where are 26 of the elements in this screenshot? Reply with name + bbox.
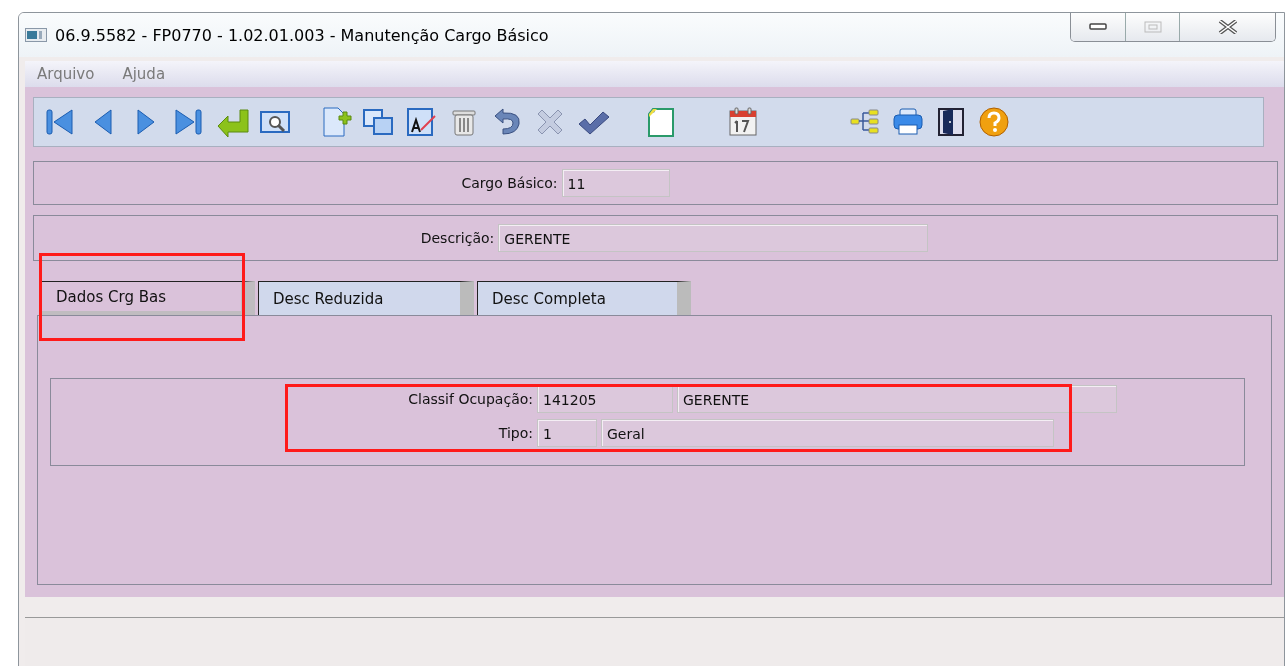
close-icon	[1217, 20, 1238, 34]
close-button[interactable]	[1179, 13, 1275, 41]
input-field[interactable]: 141205	[537, 385, 673, 413]
menu-item[interactable]: Arquivo	[37, 65, 95, 83]
tab[interactable]: Desc Reduzida	[258, 281, 474, 315]
help-icon[interactable]	[978, 106, 1012, 138]
maximize-icon	[1143, 21, 1162, 33]
return-arrow-icon[interactable]	[216, 106, 250, 138]
minimize-icon	[1089, 23, 1107, 31]
printer-icon[interactable]	[892, 106, 926, 138]
input-field[interactable]: 1	[537, 419, 597, 447]
copy-windows-icon[interactable]	[362, 106, 396, 138]
window-title: 06.9.5582 - FP0770 - 1.02.01.003 - Manutenção Cargo Básico	[55, 25, 549, 45]
app-icon	[25, 28, 47, 42]
menu-item[interactable]: Ajuda	[122, 65, 166, 83]
edit-text-icon[interactable]	[405, 106, 439, 138]
input-field[interactable]: GERENTE	[677, 385, 1117, 413]
field-label: Tipo:	[497, 425, 533, 441]
tab[interactable]: Desc Completa	[477, 281, 691, 315]
input-field[interactable]: GERENTE	[498, 224, 929, 252]
input-field[interactable]: Geral	[601, 419, 1054, 447]
tab[interactable]: Dados Crg Bas	[41, 281, 255, 315]
field-label: Classif Ocupação:	[407, 391, 533, 407]
input-field[interactable]: 11	[561, 169, 670, 197]
field-label: Cargo Básico:	[461, 175, 558, 191]
field-label: Descrição:	[420, 230, 495, 246]
